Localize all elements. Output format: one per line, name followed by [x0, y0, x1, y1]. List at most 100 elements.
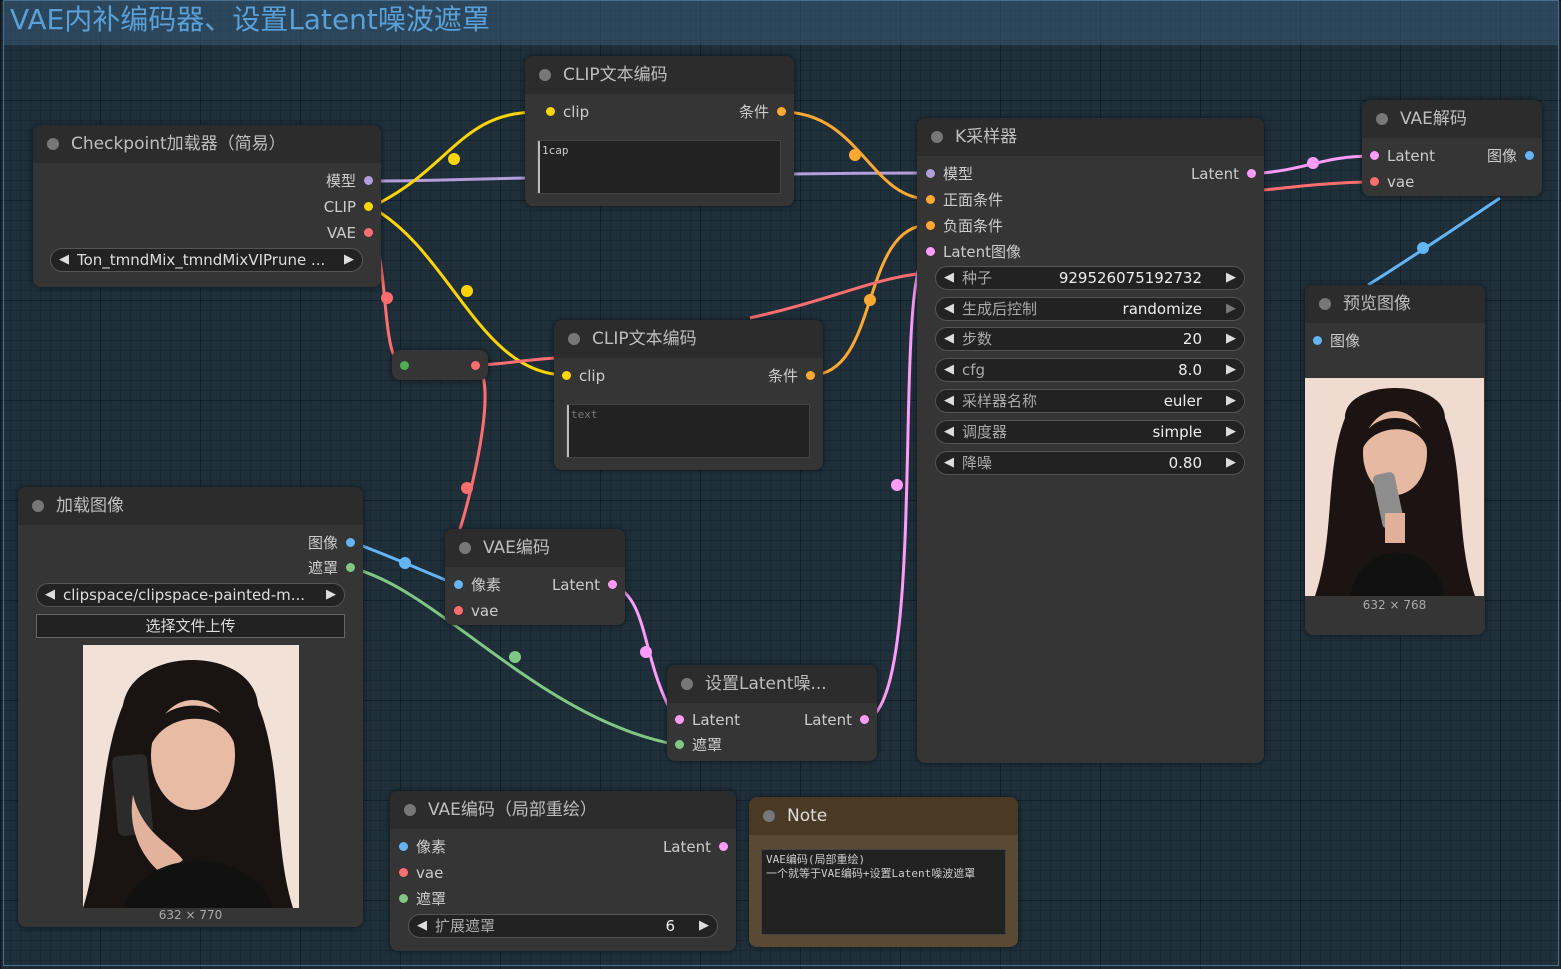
slot-dot[interactable]	[562, 371, 571, 380]
node-title[interactable]: VAE编码	[445, 529, 625, 567]
arrow-right-icon[interactable]: ▶	[1226, 267, 1236, 289]
slot-dot[interactable]	[1525, 151, 1534, 160]
node-vae-encode[interactable]: VAE编码 像素 vae Latent	[445, 529, 625, 625]
input-latent-image[interactable]: Latent图像	[926, 242, 1021, 262]
input-pixels[interactable]: 像素	[399, 837, 446, 857]
slot-dot[interactable]	[454, 580, 463, 589]
slot-dot[interactable]	[926, 247, 935, 256]
output-model[interactable]: 模型	[326, 171, 373, 191]
slot-dot[interactable]	[399, 842, 408, 851]
reroute-input-dot[interactable]	[400, 361, 409, 370]
slot-dot[interactable]	[806, 371, 815, 380]
slot-dot[interactable]	[719, 842, 728, 851]
input-clip[interactable]: clip	[562, 366, 605, 386]
slot-dot[interactable]	[346, 563, 355, 572]
slot-dot[interactable]	[1313, 336, 1322, 345]
slot-dot[interactable]	[399, 894, 408, 903]
output-clip[interactable]: CLIP	[324, 197, 373, 217]
sampler-name-widget[interactable]: ◀ 采样器名称 euler ▶	[935, 389, 1245, 413]
slot-dot[interactable]	[1370, 177, 1379, 186]
arrow-left-icon[interactable]: ◀	[944, 359, 954, 381]
slot-dot[interactable]	[926, 169, 935, 178]
arrow-left-icon[interactable]: ◀	[944, 452, 954, 474]
input-vae[interactable]: vae	[1370, 172, 1414, 192]
cfg-widget[interactable]: ◀ cfg 8.0 ▶	[935, 358, 1245, 382]
slot-dot[interactable]	[675, 740, 684, 749]
input-negative[interactable]: 负面条件	[926, 216, 1003, 236]
slot-dot[interactable]	[675, 715, 684, 724]
arrow-right-icon[interactable]: ▶	[1226, 421, 1236, 443]
slot-dot[interactable]	[364, 176, 373, 185]
arrow-left-icon[interactable]: ◀	[944, 421, 954, 443]
slot-dot[interactable]	[926, 195, 935, 204]
output-latent[interactable]: Latent	[1191, 164, 1256, 184]
arrow-right-icon[interactable]: ▶	[344, 249, 354, 271]
output-latent[interactable]: Latent	[552, 575, 617, 595]
node-vae-encode-inpaint[interactable]: VAE编码（局部重绘） 像素 vae 遮罩 Latent ◀ 扩展遮罩 6 ▶	[390, 791, 736, 951]
node-vae-decode[interactable]: VAE解码 Latent vae 图像	[1362, 100, 1542, 196]
slot-dot[interactable]	[364, 228, 373, 237]
node-title[interactable]: Checkpoint加载器（简易）	[33, 125, 381, 163]
input-vae[interactable]: vae	[454, 601, 498, 621]
arrow-left-icon[interactable]: ◀	[944, 267, 954, 289]
node-title[interactable]: 预览图像	[1305, 285, 1485, 323]
arrow-left-icon[interactable]: ◀	[45, 584, 55, 606]
denoise-widget[interactable]: ◀ 降噪 0.80 ▶	[935, 451, 1245, 475]
arrow-left-icon[interactable]: ◀	[417, 915, 427, 937]
input-model[interactable]: 模型	[926, 164, 973, 184]
arrow-right-icon[interactable]: ▶	[1226, 359, 1236, 381]
node-clip-text-encode-1[interactable]: CLIP文本编码 clip 条件 1cap	[525, 56, 794, 206]
arrow-right-icon[interactable]: ▶	[1226, 390, 1236, 412]
node-ksampler[interactable]: K采样器 模型 正面条件 负面条件 Latent图像 Latent ◀ 种子 929…	[917, 118, 1264, 763]
arrow-left-icon[interactable]: ◀	[59, 249, 69, 271]
arrow-left-icon[interactable]: ◀	[944, 390, 954, 412]
arrow-left-icon[interactable]: ◀	[944, 328, 954, 350]
control-after-generate-widget[interactable]: ◀ 生成后控制 randomize ▶	[935, 297, 1245, 321]
slot-dot[interactable]	[546, 107, 555, 116]
node-clip-text-encode-2[interactable]: CLIP文本编码 clip 条件 text	[554, 320, 823, 470]
node-title[interactable]: K采样器	[917, 118, 1264, 156]
node-title[interactable]: 加载图像	[18, 487, 363, 525]
output-conditioning[interactable]: 条件	[739, 102, 786, 122]
output-latent[interactable]: Latent	[804, 710, 869, 730]
output-vae[interactable]: VAE	[327, 223, 373, 243]
node-title[interactable]: 设置Latent噪...	[667, 665, 877, 703]
slot-dot[interactable]	[1247, 169, 1256, 178]
arrow-right-icon[interactable]: ▶	[1226, 328, 1236, 350]
node-preview-image[interactable]: 预览图像 图像 632 × 768	[1305, 285, 1485, 635]
note-textarea[interactable]: VAE编码(局部重绘) 一个就等于VAE编码+设置Latent噪波遮罩	[761, 849, 1006, 935]
arrow-right-icon[interactable]: ▶	[1226, 452, 1236, 474]
input-positive[interactable]: 正面条件	[926, 190, 1003, 210]
node-title[interactable]: CLIP文本编码	[554, 320, 823, 358]
output-image[interactable]: 图像	[308, 533, 355, 553]
output-latent[interactable]: Latent	[663, 837, 728, 857]
node-title[interactable]: CLIP文本编码	[525, 56, 794, 94]
reroute-output-dot[interactable]	[471, 361, 480, 370]
arrow-right-icon[interactable]: ▶	[1226, 298, 1236, 320]
slot-dot[interactable]	[860, 715, 869, 724]
slot-dot[interactable]	[364, 202, 373, 211]
node-title[interactable]: VAE编码（局部重绘）	[390, 791, 736, 829]
node-title[interactable]: VAE解码	[1362, 100, 1542, 138]
input-latent[interactable]: Latent	[675, 710, 740, 730]
slot-dot[interactable]	[346, 538, 355, 547]
slot-dot[interactable]	[454, 606, 463, 615]
slot-dot[interactable]	[608, 580, 617, 589]
input-mask[interactable]: 遮罩	[675, 735, 722, 755]
seed-widget[interactable]: ◀ 种子 929526075192732 ▶	[935, 266, 1245, 290]
scheduler-widget[interactable]: ◀ 调度器 simple ▶	[935, 420, 1245, 444]
prompt-textarea[interactable]: text	[566, 404, 810, 458]
node-load-image[interactable]: 加载图像 图像 遮罩 ◀ clipspace/clipspace-painted…	[18, 487, 363, 927]
prompt-textarea[interactable]: 1cap	[537, 140, 781, 194]
slot-dot[interactable]	[926, 221, 935, 230]
node-note[interactable]: Note VAE编码(局部重绘) 一个就等于VAE编码+设置Latent噪波遮罩	[749, 797, 1018, 947]
node-title[interactable]: Note	[749, 797, 1018, 835]
slot-dot[interactable]	[1370, 151, 1379, 160]
steps-widget[interactable]: ◀ 步数 20 ▶	[935, 327, 1245, 351]
arrow-right-icon[interactable]: ▶	[699, 915, 709, 937]
input-image[interactable]: 图像	[1313, 331, 1360, 351]
input-mask[interactable]: 遮罩	[399, 889, 446, 909]
input-vae[interactable]: vae	[399, 863, 443, 883]
output-mask[interactable]: 遮罩	[308, 558, 355, 578]
arrow-right-icon[interactable]: ▶	[326, 584, 336, 606]
